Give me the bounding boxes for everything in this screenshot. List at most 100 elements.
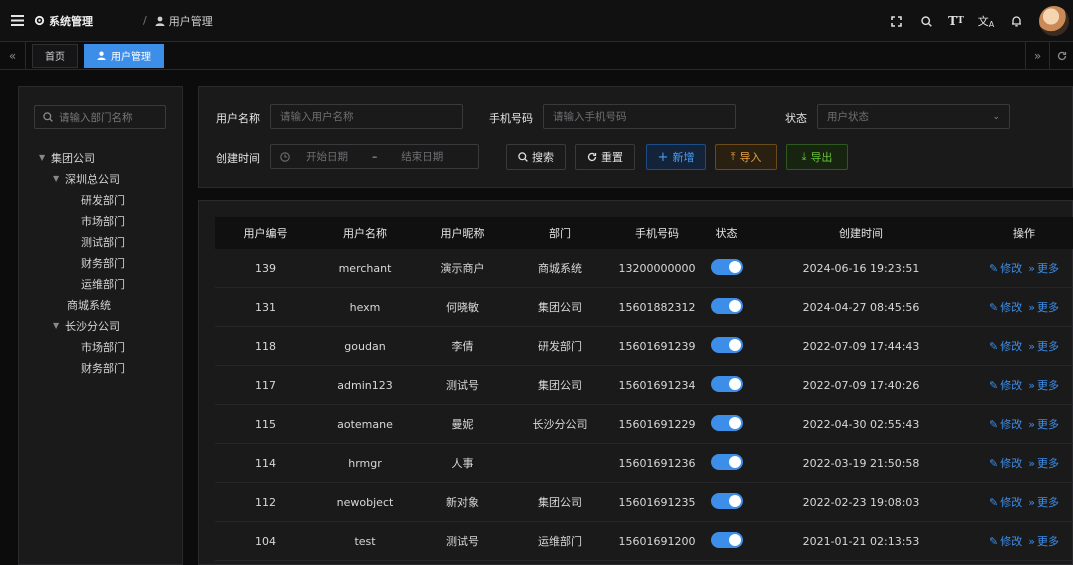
tree-node[interactable]: 市场部门 [19,336,182,357]
status-select[interactable]: 用户状态 ⌄ [817,104,1010,129]
edit-icon: ✎ [989,417,999,431]
reset-button[interactable]: 重置 [575,144,635,170]
tree-node[interactable]: 市场部门 [19,210,182,231]
tree-node[interactable]: 运维部门 [19,273,182,294]
status-toggle[interactable] [710,492,743,509]
edit-button[interactable]: ✎ 修改 [989,455,1022,471]
column-header: 手机号码 [635,227,679,240]
tree-node[interactable]: 测试部门 [19,231,182,252]
tree-node[interactable]: 财务部门 [19,357,182,378]
more-button[interactable]: » 更多 [1028,533,1059,549]
start-date-placeholder[interactable]: 开始日期 [306,149,348,164]
export-button[interactable]: ⤓ 导出 [786,144,848,170]
tree-node-label: 市场部门 [81,340,125,354]
cell-user-id: 117 [255,378,276,392]
status-toggle[interactable] [710,258,743,275]
add-button[interactable]: + 新增 [646,144,706,170]
cell-username: merchant [338,261,392,275]
tab-home[interactable]: 首页 [32,43,78,68]
edit-button[interactable]: ✎ 修改 [989,377,1022,393]
double-chevron-left-icon[interactable]: « [0,41,26,70]
search-icon[interactable] [911,0,941,42]
cell-dept: 集团公司 [538,301,582,314]
cell-phone: 13200000000 [618,261,696,275]
breadcrumb-separator: / [143,14,147,27]
dept-search-placeholder: 请输入部门名称 [59,111,133,124]
bell-icon[interactable] [1001,0,1031,42]
edit-button[interactable]: ✎ 修改 [989,260,1022,276]
table-row: 114 hrmgr 人事 15601691236 2022-03-19 21:5… [215,444,1073,483]
tree-node[interactable]: ▼ 集团公司 [19,147,182,168]
status-toggle[interactable] [710,414,743,431]
cell-actions: ✎ 修改 » 更多 [974,533,1073,549]
more-button[interactable]: » 更多 [1028,455,1059,471]
tree-node[interactable]: 财务部门 [19,252,182,273]
double-chevron-right-icon[interactable]: » [1025,42,1049,70]
tree-node-label: 财务部门 [81,256,125,270]
cell-nickname: 演示商户 [440,262,485,275]
clock-icon [280,151,290,162]
tree-node-label: 财务部门 [81,361,125,375]
tree-node[interactable]: ▼ 长沙分公司 [19,315,182,336]
username-input[interactable]: 请输入用户名称 [270,104,463,129]
gear-icon [34,15,45,26]
breadcrumb-item-system[interactable]: 系统管理 [34,13,135,29]
more-label: 更多 [1036,457,1059,470]
tree-node[interactable]: ▼ 深圳总公司 [19,168,182,189]
search-button[interactable]: 搜索 [506,144,566,170]
status-toggle[interactable] [710,336,743,353]
cell-phone: 15601691239 [618,339,696,353]
caret-down-icon[interactable]: ▼ [39,153,51,162]
dept-search-input[interactable]: 请输入部门名称 [34,105,166,129]
breadcrumb-label: 用户管理 [168,14,213,28]
more-button[interactable]: » 更多 [1028,299,1059,315]
cell-username: aotemane [337,417,393,431]
table-row: 115 aotemane 曼妮 长沙分公司 15601691229 2022-0… [215,405,1073,444]
avatar[interactable] [1039,6,1069,36]
edit-button[interactable]: ✎ 修改 [989,299,1022,315]
more-button[interactable]: » 更多 [1028,494,1059,510]
cell-status [705,492,748,512]
cell-nickname: 曼妮 [451,418,474,431]
status-toggle[interactable] [710,375,743,392]
cell-nickname: 测试号 [446,535,479,548]
edit-label: 修改 [1000,301,1023,314]
caret-down-icon[interactable]: ▼ [53,174,65,183]
cell-user-id: 118 [255,339,276,353]
breadcrumb: 系统管理 / 用户管理 [34,13,253,29]
tree-node[interactable]: 研发部门 [19,189,182,210]
caret-down-icon[interactable]: ▼ [53,321,65,330]
more-button[interactable]: » 更多 [1028,377,1059,393]
cell-created-time: 2024-06-16 19:23:51 [802,261,920,275]
tree-node[interactable]: 商城系统 [19,294,182,315]
edit-button[interactable]: ✎ 修改 [989,338,1022,354]
status-toggle[interactable] [710,297,743,314]
reset-button-label: 重置 [601,151,623,164]
font-size-icon[interactable]: TT [941,0,971,42]
tab-user-management[interactable]: 用户管理 [84,43,164,68]
translate-icon[interactable]: 文A [971,0,1001,42]
status-toggle[interactable] [710,453,743,470]
more-button[interactable]: » 更多 [1028,338,1059,354]
fullscreen-icon[interactable] [881,0,911,42]
hamburger-icon[interactable] [0,0,34,42]
more-button[interactable]: » 更多 [1028,416,1059,432]
edit-label: 修改 [1000,418,1023,431]
date-range-picker[interactable]: 开始日期 – 结束日期 [270,144,479,169]
more-button[interactable]: » 更多 [1028,260,1059,276]
edit-button[interactable]: ✎ 修改 [989,494,1022,510]
edit-label: 修改 [1000,535,1023,548]
phone-input[interactable]: 请输入手机号码 [543,104,736,129]
double-chevron-right-icon: » [1028,456,1035,470]
tree-node-label: 长沙分公司 [65,319,120,333]
status-toggle[interactable] [710,531,743,548]
edit-button[interactable]: ✎ 修改 [989,533,1022,549]
cell-dept: 集团公司 [538,496,582,509]
edit-button[interactable]: ✎ 修改 [989,416,1022,432]
tab-label: 首页 [45,52,65,63]
end-date-placeholder[interactable]: 结束日期 [401,149,443,164]
import-button[interactable]: ⤒ 导入 [715,144,777,170]
date-range-separator: – [372,150,378,163]
refresh-icon[interactable] [1049,42,1073,70]
edit-label: 修改 [1000,457,1023,470]
